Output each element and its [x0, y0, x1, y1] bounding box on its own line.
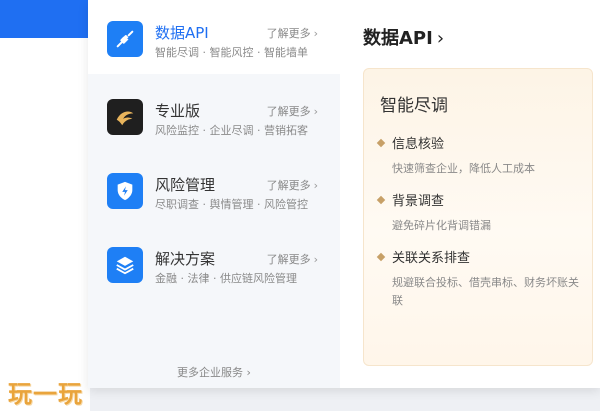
more-services-link[interactable]: 更多企业服务 › — [88, 364, 340, 380]
menu-item-title: 解决方案 — [155, 250, 216, 268]
eagle-logo-icon — [107, 99, 143, 135]
menu-item-title: 数据API — [155, 24, 209, 42]
product-menu: 数据API 了解更多 › 智能尽调 · 智能风控 · 智能墙单 专业版 了解更多 ›… — [88, 0, 340, 388]
menu-item-title: 风险管理 — [155, 176, 216, 194]
detail-pane: 数据API › 智能尽调 信息核验 快速筛查企业，降低人工成本 背景调查 避免碎片… — [340, 0, 600, 388]
layers-icon — [107, 247, 143, 283]
feature-description: 避免碎片化背调错漏 — [392, 219, 491, 232]
chevron-right-icon: › — [313, 27, 318, 40]
background-page — [0, 0, 90, 411]
menu-item-subtitle: 金融 · 法律 · 供应链风险管理 — [155, 272, 297, 285]
dropdown-panel: 数据API 了解更多 › 智能尽调 · 智能风控 · 智能墙单 专业版 了解更多 ›… — [88, 0, 600, 388]
learn-more-link[interactable]: 了解更多 › — [267, 177, 318, 193]
card-title: 智能尽调 — [380, 96, 448, 116]
feature-description: 快速筛查企业，降低人工成本 — [392, 162, 535, 175]
feature-card: 智能尽调 信息核验 快速筛查企业，降低人工成本 背景调查 避免碎片化背调错漏 关… — [363, 68, 593, 366]
chevron-right-icon: › — [313, 179, 318, 192]
menu-item-pro[interactable]: 专业版 了解更多 › 风险监控 · 企业尽调 · 营销拓客 — [88, 78, 340, 152]
menu-item-solutions[interactable]: 解决方案 了解更多 › 金融 · 法律 · 供应链风险管理 — [88, 226, 340, 300]
menu-item-risk-management[interactable]: 风险管理 了解更多 › 尽职调查 · 舆情管理 · 风险管控 — [88, 152, 340, 226]
plug-icon — [107, 21, 143, 57]
learn-more-link[interactable]: 了解更多 › — [267, 251, 318, 267]
feature-description: 规避联合投标、借壳串标、财务坏账关联 — [392, 276, 579, 307]
chevron-right-icon: › — [313, 105, 318, 118]
feature-name: 背景调查 — [392, 194, 445, 209]
diamond-bullet-icon — [376, 195, 386, 204]
diamond-bullet-icon — [376, 252, 386, 261]
feature-name: 信息核验 — [392, 137, 445, 152]
watermark-logo: 玩一玩 — [8, 380, 83, 408]
feature-item: 信息核验 快速筛查企业，降低人工成本 — [376, 133, 583, 178]
menu-item-subtitle: 风险监控 · 企业尽调 · 营销拓客 — [155, 124, 308, 137]
learn-more-link[interactable]: 了解更多 › — [267, 103, 318, 119]
diamond-bullet-icon — [376, 138, 386, 147]
chevron-right-icon: › — [313, 253, 318, 266]
menu-item-subtitle: 智能尽调 · 智能风控 · 智能墙单 — [155, 46, 308, 59]
feature-item: 背景调查 避免碎片化背调错漏 — [376, 190, 583, 235]
shield-icon — [107, 173, 143, 209]
learn-more-link[interactable]: 了解更多 › — [267, 25, 318, 41]
menu-item-subtitle: 尽职调查 · 舆情管理 · 风险管控 — [155, 198, 308, 211]
chevron-right-icon: › — [243, 366, 251, 379]
feature-name: 关联关系排查 — [392, 251, 471, 266]
menu-item-title: 专业版 — [155, 102, 201, 120]
menu-item-data-api[interactable]: 数据API 了解更多 › 智能尽调 · 智能风控 · 智能墙单 — [88, 0, 340, 74]
background-nav-bar — [0, 0, 90, 38]
feature-item: 关联关系排查 规避联合投标、借壳串标、财务坏账关联 — [376, 247, 583, 310]
chevron-right-icon: › — [436, 28, 445, 49]
detail-title-link[interactable]: 数据API › — [363, 24, 444, 50]
